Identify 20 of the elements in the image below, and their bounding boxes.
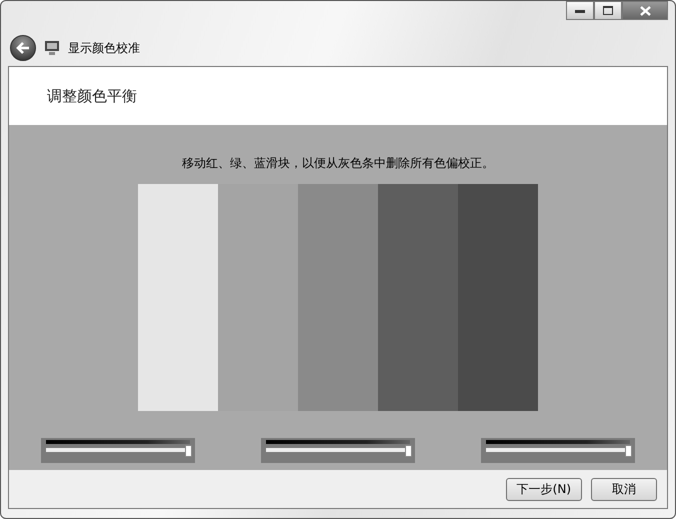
minimize-button[interactable]: [566, 1, 594, 20]
maximize-button[interactable]: [594, 1, 622, 20]
back-button[interactable]: [10, 35, 36, 61]
cancel-button[interactable]: 取消: [591, 478, 657, 500]
back-arrow-icon: [16, 42, 30, 54]
color-slider[interactable]: [41, 438, 195, 463]
slider-thumb[interactable]: [185, 445, 192, 457]
monitor-icon: [44, 40, 60, 56]
slider-thumb[interactable]: [405, 445, 412, 457]
color-slider[interactable]: [261, 438, 415, 463]
slider-thumb[interactable]: [625, 445, 632, 457]
next-button[interactable]: 下一步(N): [506, 478, 582, 500]
page-heading: 调整颜色平衡: [47, 86, 137, 106]
close-icon: [640, 6, 650, 16]
color-slider[interactable]: [481, 438, 635, 463]
window-title: 显示颜色校准: [68, 40, 140, 56]
instruction-text: 移动红、绿、蓝滑块，以便从灰色条中删除所有色偏校正。: [182, 155, 494, 172]
minimize-icon: [575, 8, 585, 12]
close-button[interactable]: [622, 1, 668, 20]
maximize-icon: [603, 6, 613, 15]
